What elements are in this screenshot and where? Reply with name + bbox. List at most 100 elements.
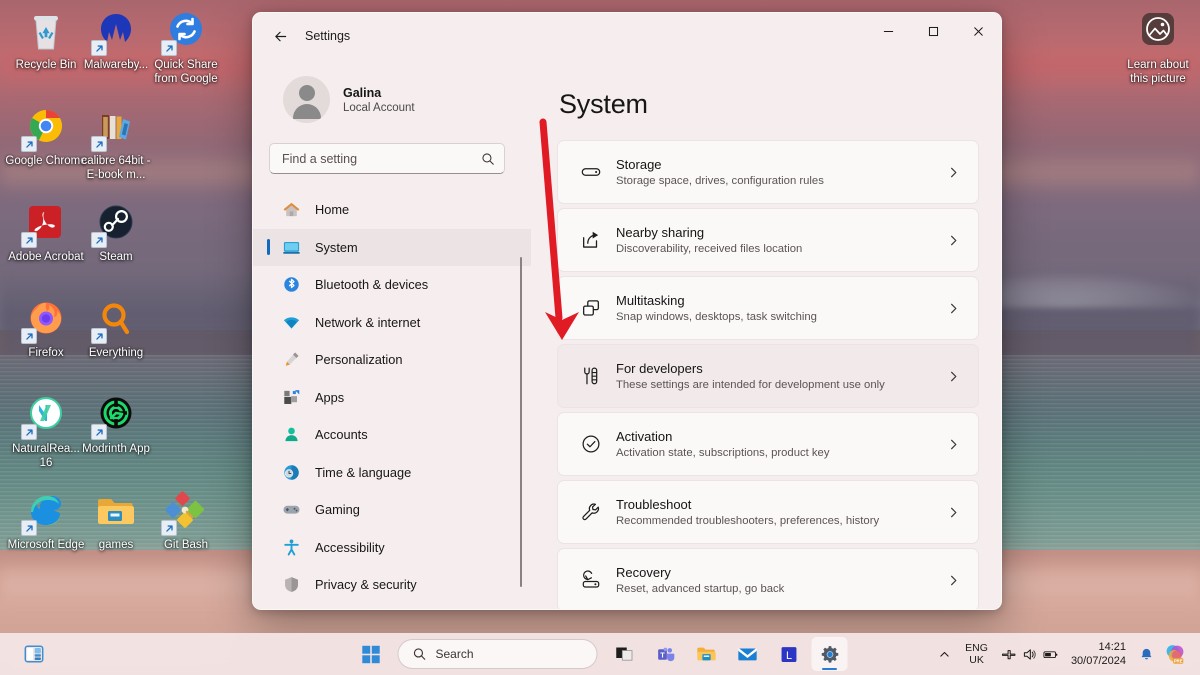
settings-card-nearby-sharing[interactable]: Nearby sharing Discoverability, received… xyxy=(557,208,979,272)
adobe-acrobat-icon xyxy=(23,200,69,246)
chevron-right-icon xyxy=(944,166,962,179)
malwarebytes-icon xyxy=(93,8,139,54)
taskbar-app-task-view[interactable] xyxy=(607,637,643,671)
settings-card-title: Multitasking xyxy=(616,293,944,308)
desktop-icon-everything[interactable]: Everything xyxy=(75,296,157,361)
shortcut-overlay-icon xyxy=(91,232,107,248)
avatar xyxy=(283,76,330,123)
search-input[interactable]: Find a setting xyxy=(269,143,505,174)
close-icon xyxy=(973,26,984,37)
calibre-icon xyxy=(93,104,139,150)
chevron-right-icon xyxy=(944,438,962,451)
desktop-icon-label: Git Bash xyxy=(145,539,227,553)
desktop-icon-steam[interactable]: Steam xyxy=(75,200,157,265)
settings-card-text: For developers These settings are intend… xyxy=(616,361,944,391)
settings-card-recovery[interactable]: Recovery Reset, advanced startup, go bac… xyxy=(557,548,979,610)
window-body: Galina Local Account Find a setting Home… xyxy=(253,59,1001,610)
sidebar-item-accessibility[interactable]: Accessibility xyxy=(253,529,531,567)
sidebar-item-apps[interactable]: Apps xyxy=(253,379,531,417)
settings-card-storage[interactable]: Storage Storage space, drives, configura… xyxy=(557,140,979,204)
settings-card-subtitle: Storage space, drives, configuration rul… xyxy=(616,175,944,187)
widgets-button[interactable] xyxy=(16,637,52,671)
copilot-button[interactable]: PRE xyxy=(1158,637,1192,671)
sidebar-item-bluetooth-devices[interactable]: Bluetooth & devices xyxy=(253,266,531,304)
settings-card-subtitle: These settings are intended for developm… xyxy=(616,379,944,391)
taskbar-app-settings[interactable] xyxy=(812,637,848,671)
sidebar-item-gaming[interactable]: Gaming xyxy=(253,491,531,529)
desktop-icon-quick-share-from-google[interactable]: Quick Share from Google xyxy=(145,8,227,86)
sidebar-item-privacy-security[interactable]: Privacy & security xyxy=(253,566,531,604)
shortcut-overlay-icon xyxy=(21,232,37,248)
account-summary[interactable]: Galina Local Account xyxy=(253,59,531,123)
taskbar-app-l-app[interactable]: L xyxy=(771,637,807,671)
desktop-icon-label: Modrinth App xyxy=(75,443,157,457)
chevron-right-icon xyxy=(944,302,962,315)
bell-icon xyxy=(1139,647,1154,662)
desktop-icon-modrinth-app[interactable]: Modrinth App xyxy=(75,392,157,457)
bluetooth-icon xyxy=(281,275,301,295)
storage-icon xyxy=(576,161,606,183)
maximize-icon xyxy=(928,26,939,37)
taskbar-search-box[interactable]: Search xyxy=(398,639,598,669)
maximize-button[interactable] xyxy=(911,13,956,49)
taskbar-app-file-explorer[interactable] xyxy=(689,637,725,671)
settings-card-subtitle: Activation state, subscriptions, product… xyxy=(616,447,944,459)
chevron-right-icon xyxy=(944,370,962,383)
sidebar-item-accounts[interactable]: Accounts xyxy=(253,416,531,454)
sidebar-item-label: Network & internet xyxy=(315,315,420,330)
accounts-icon xyxy=(281,425,301,445)
search-icon xyxy=(413,647,427,661)
sidebar-item-label: Gaming xyxy=(315,502,360,517)
games-folder-icon xyxy=(93,488,139,534)
language-line-1: ENG xyxy=(965,642,988,654)
svg-text:PRE: PRE xyxy=(1174,658,1183,663)
taskbar-app-mail[interactable] xyxy=(730,637,766,671)
back-button[interactable] xyxy=(263,21,297,51)
desktop-icon-label: calibre 64bit - E-book m... xyxy=(75,155,157,182)
start-button[interactable] xyxy=(353,637,389,671)
windows-start-icon xyxy=(361,645,380,664)
widgets-icon xyxy=(23,643,45,665)
sidebar-item-home[interactable]: Home xyxy=(253,191,531,229)
google-chrome-icon xyxy=(23,104,69,150)
desktop-icon-calibre[interactable]: calibre 64bit - E-book m... xyxy=(75,104,157,182)
language-indicator[interactable]: ENG UK xyxy=(957,642,996,666)
close-button[interactable] xyxy=(956,13,1001,49)
settings-card-subtitle: Snap windows, desktops, task switching xyxy=(616,311,944,323)
settings-card-title: For developers xyxy=(616,361,944,376)
settings-card-text: Recovery Reset, advanced startup, go bac… xyxy=(616,565,944,595)
sidebar-item-label: Time & language xyxy=(315,465,411,480)
tray-quick-settings[interactable] xyxy=(996,646,1063,663)
teams-icon: T xyxy=(655,644,676,665)
shortcut-overlay-icon xyxy=(161,40,177,56)
sidebar-item-system[interactable]: System xyxy=(253,229,531,267)
clock[interactable]: 14:21 30/07/2024 xyxy=(1063,640,1134,668)
settings-card-for-developers[interactable]: For developers These settings are intend… xyxy=(557,344,979,408)
desktop-icon-learn-about-this-picture[interactable]: Learn about this picture xyxy=(1117,8,1199,86)
minimize-button[interactable] xyxy=(866,13,911,49)
shortcut-overlay-icon xyxy=(91,136,107,152)
chevron-right-icon xyxy=(944,234,962,247)
tray-expand-button[interactable] xyxy=(931,637,957,671)
notifications-button[interactable] xyxy=(1134,647,1158,662)
sidebar-item-time-language[interactable]: Time & language xyxy=(253,454,531,492)
gear-icon xyxy=(819,644,840,665)
settings-card-multitasking[interactable]: Multitasking Snap windows, desktops, tas… xyxy=(557,276,979,340)
settings-card-title: Recovery xyxy=(616,565,944,580)
clock-date: 30/07/2024 xyxy=(1071,654,1126,668)
clock-time: 14:21 xyxy=(1071,640,1126,654)
multitasking-icon xyxy=(576,297,606,319)
sidebar-item-label: Accounts xyxy=(315,427,368,442)
sidebar-scrollbar[interactable] xyxy=(520,257,522,587)
sidebar-item-network-internet[interactable]: Network & internet xyxy=(253,304,531,342)
settings-card-activation[interactable]: Activation Activation state, subscriptio… xyxy=(557,412,979,476)
taskbar-app-microsoft-teams[interactable]: T xyxy=(648,637,684,671)
desktop-icon-git-bash[interactable]: Git Bash xyxy=(145,488,227,553)
activation-icon xyxy=(576,433,606,455)
network-icon xyxy=(281,312,301,332)
sidebar-item-personalization[interactable]: Personalization xyxy=(253,341,531,379)
settings-card-troubleshoot[interactable]: Troubleshoot Recommended troubleshooters… xyxy=(557,480,979,544)
settings-window[interactable]: Settings Galina Local Acco xyxy=(252,12,1002,610)
svg-text:L: L xyxy=(785,649,791,661)
account-type: Local Account xyxy=(343,102,415,114)
